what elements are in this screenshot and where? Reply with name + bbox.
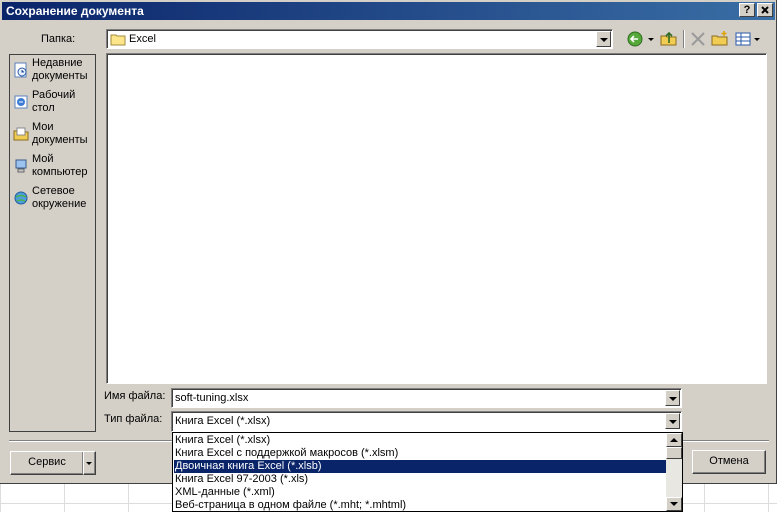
delete-button[interactable]	[688, 30, 708, 48]
filetype-option[interactable]: Книга Excel с поддержкой макросов (*.xls…	[174, 447, 667, 460]
place-my-documents[interactable]: Мои документы	[10, 121, 95, 151]
service-dropdown-button[interactable]	[83, 451, 96, 475]
network-icon	[14, 191, 28, 205]
filetype-option[interactable]: Книга Excel 97-2003 (*.xls)	[174, 473, 667, 486]
lookin-label: Папка:	[41, 33, 76, 45]
scroll-thumb[interactable]	[666, 447, 682, 459]
desktop-icon	[14, 95, 28, 109]
recent-documents-icon	[14, 62, 27, 78]
scroll-down-icon[interactable]	[666, 497, 682, 511]
file-list[interactable]	[106, 53, 767, 384]
filetype-option[interactable]: XML-данные (*.xml)	[174, 486, 667, 499]
back-dropdown[interactable]	[646, 30, 656, 48]
up-folder-button[interactable]	[659, 30, 679, 48]
place-label-line1: Недавние	[32, 57, 83, 69]
folder-icon	[110, 34, 126, 46]
scroll-up-icon[interactable]	[666, 433, 682, 447]
filetype-select[interactable]: Книга Excel (*.xlsx)	[171, 411, 682, 432]
filetype-option[interactable]: Книга Excel (*.xlsx)	[174, 434, 667, 447]
place-recent-documents[interactable]: Недавние документы	[10, 57, 95, 87]
help-button[interactable]: ?	[739, 3, 755, 17]
close-button[interactable]	[757, 3, 773, 17]
lookin-combo[interactable]: Excel	[106, 29, 613, 49]
views-button[interactable]	[734, 30, 762, 48]
filename-input[interactable]: soft-tuning.xlsx	[171, 388, 682, 408]
my-documents-icon	[13, 127, 29, 141]
place-label-line1: Сетевое	[32, 185, 75, 197]
cancel-button[interactable]: Отмена	[692, 450, 766, 474]
chevron-down-icon	[648, 38, 654, 41]
delete-icon	[691, 32, 705, 46]
place-label-line2: документы	[32, 134, 88, 146]
chevron-down-icon	[86, 462, 92, 465]
dialog-title: Сохранение документа	[6, 4, 144, 18]
chevron-down-icon[interactable]	[596, 31, 611, 47]
place-label-line2: стол	[32, 102, 55, 114]
place-label-line1: Рабочий	[32, 89, 76, 101]
toolbar-separator	[683, 30, 685, 48]
title-bar[interactable]: Сохранение документа ?	[2, 2, 775, 20]
place-label-line2: окружение	[32, 198, 87, 210]
place-label-line1: Мой	[32, 153, 54, 165]
lookin-value: Excel	[129, 33, 156, 45]
filetype-value: Книга Excel (*.xlsx)	[175, 415, 271, 427]
place-my-computer[interactable]: Мой компьютер	[10, 153, 95, 183]
up-folder-icon	[660, 31, 677, 46]
back-icon	[627, 31, 643, 47]
back-button[interactable]	[626, 30, 646, 48]
chevron-down-icon[interactable]	[665, 390, 680, 406]
place-network[interactable]: Сетевое окружение	[10, 185, 95, 215]
filetype-option[interactable]: Веб-страница в одном файле (*.mht; *.mht…	[174, 499, 667, 511]
views-icon	[735, 32, 760, 46]
filename-value: soft-tuning.xlsx	[175, 392, 249, 404]
places-bar: Недавние документы Рабочий стол Мои докумен…	[9, 54, 96, 432]
dropdown-scrollbar[interactable]	[666, 433, 682, 511]
filetype-dropdown-list[interactable]: Книга Excel (*.xlsx) Книга Excel с подде…	[172, 432, 683, 512]
save-dialog: Сохранение документа ? Папка: Excel Неда…	[0, 0, 777, 484]
filetype-option-selected[interactable]: Двоичная книга Excel (*.xlsb)	[174, 460, 667, 473]
new-folder-icon	[711, 31, 728, 46]
close-icon	[761, 6, 769, 14]
service-button[interactable]: Сервис	[10, 451, 84, 475]
place-label-line2: документы	[32, 70, 88, 82]
filename-label: Имя файла:	[104, 390, 166, 402]
new-folder-button[interactable]	[710, 30, 730, 48]
my-computer-icon	[15, 159, 27, 173]
place-label-line2: компьютер	[32, 166, 88, 178]
chevron-down-icon[interactable]	[665, 413, 680, 429]
place-desktop[interactable]: Рабочий стол	[10, 89, 95, 119]
filetype-label: Тип файла:	[104, 413, 163, 425]
place-label-line1: Мои	[32, 121, 54, 133]
